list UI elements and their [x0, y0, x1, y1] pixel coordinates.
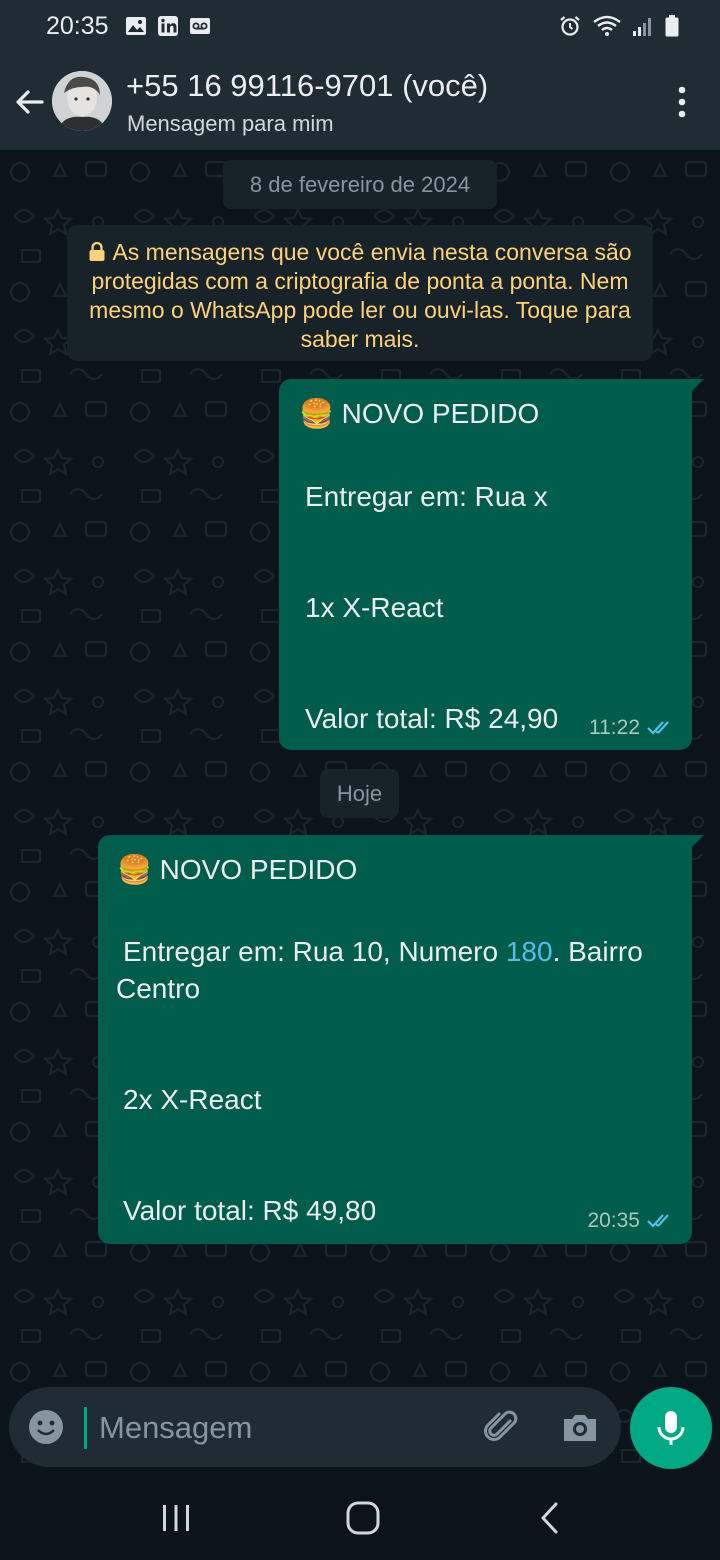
- encryption-notice-text: As mensagens que você envia nesta conver…: [89, 239, 632, 352]
- composer-pill: [9, 1387, 621, 1467]
- double-check-read-icon: [647, 1214, 669, 1228]
- linkedin-icon: [158, 16, 178, 36]
- date-chip: 8 de fevereiro de 2024: [223, 160, 497, 209]
- lock-icon: [89, 241, 105, 261]
- status-time: 20:35: [46, 12, 109, 40]
- status-system-icons: [558, 14, 680, 38]
- status-notifications: [124, 14, 212, 38]
- double-check-read-icon: [647, 721, 669, 735]
- profile-photo: [52, 71, 112, 131]
- message-time: 11:22: [589, 716, 640, 739]
- message-meta: 11:22: [589, 716, 676, 740]
- arrow-back-icon: [16, 90, 44, 114]
- encryption-notice[interactable]: As mensagens que você envia nesta conver…: [67, 225, 653, 361]
- message-composer: [0, 1380, 720, 1480]
- voicemail-icon: [190, 18, 210, 34]
- recent-apps-icon[interactable]: [159, 1501, 193, 1535]
- alarm-icon: [560, 16, 580, 36]
- message-address: Entregar em: Rua x: [305, 481, 548, 512]
- message-input[interactable]: [84, 1407, 489, 1449]
- gallery-icon: [126, 17, 146, 35]
- message-bubble-outgoing[interactable]: 🍔 NOVO PEDIDO Entregar em: Rua x 1x X-Re…: [279, 379, 704, 750]
- bubble-tail: [690, 379, 704, 393]
- message-meta: 20:35: [587, 1209, 676, 1233]
- voice-message-button[interactable]: [630, 1387, 712, 1469]
- message-bubble-outgoing[interactable]: 🍔 NOVO PEDIDO Entregar em: Rua 10, Numer…: [98, 835, 704, 1244]
- message-title: NOVO PEDIDO: [159, 854, 358, 885]
- message-item: 1x X-React: [305, 592, 444, 623]
- phone-number-link[interactable]: 180: [506, 936, 553, 967]
- message-address-text: Entregar em: Rua 10, Numero: [123, 936, 506, 967]
- message-item: 2x X-React: [123, 1084, 262, 1115]
- battery-icon: [665, 15, 679, 37]
- message-address-text-end: . Bairro: [552, 936, 643, 967]
- status-bar: 20:35: [0, 0, 720, 56]
- date-chip-today: Hoje: [320, 769, 399, 818]
- hamburger-emoji-icon: 🍔: [299, 398, 334, 429]
- message-address: Entregar em: Rua 10, Numero 180. Bairro: [123, 936, 643, 968]
- home-icon[interactable]: [344, 1499, 382, 1537]
- hamburger-emoji-icon: 🍔: [117, 854, 152, 885]
- message-title: NOVO PEDIDO: [341, 398, 540, 429]
- message-time: 20:35: [587, 1209, 640, 1232]
- wifi-icon: [593, 15, 621, 36]
- message-total: Valor total: R$ 24,90: [305, 703, 559, 734]
- back-nav-icon[interactable]: [536, 1501, 566, 1535]
- mic-icon: [657, 1411, 685, 1445]
- emoji-icon[interactable]: [27, 1408, 65, 1446]
- chat-area[interactable]: 8 de fevereiro de 2024 As mensagens que …: [0, 150, 720, 1480]
- contact-name[interactable]: +55 16 99116-9701 (você): [126, 68, 488, 104]
- more-vert-icon: [678, 86, 686, 118]
- avatar[interactable]: [52, 71, 112, 131]
- message-address-line2: Centro: [116, 973, 201, 1004]
- back-button[interactable]: [10, 82, 50, 122]
- contact-subtitle[interactable]: Mensagem para mim: [127, 111, 334, 137]
- camera-icon[interactable]: [560, 1407, 600, 1447]
- signal-icon: [633, 18, 651, 36]
- system-nav-bar: [0, 1480, 720, 1560]
- attach-icon[interactable]: [482, 1407, 522, 1447]
- bubble-tail: [690, 835, 704, 849]
- chat-header: +55 16 99116-9701 (você) Mensagem para m…: [0, 56, 720, 150]
- message-total: Valor total: R$ 49,80: [123, 1195, 377, 1226]
- overflow-menu-button[interactable]: [672, 84, 692, 120]
